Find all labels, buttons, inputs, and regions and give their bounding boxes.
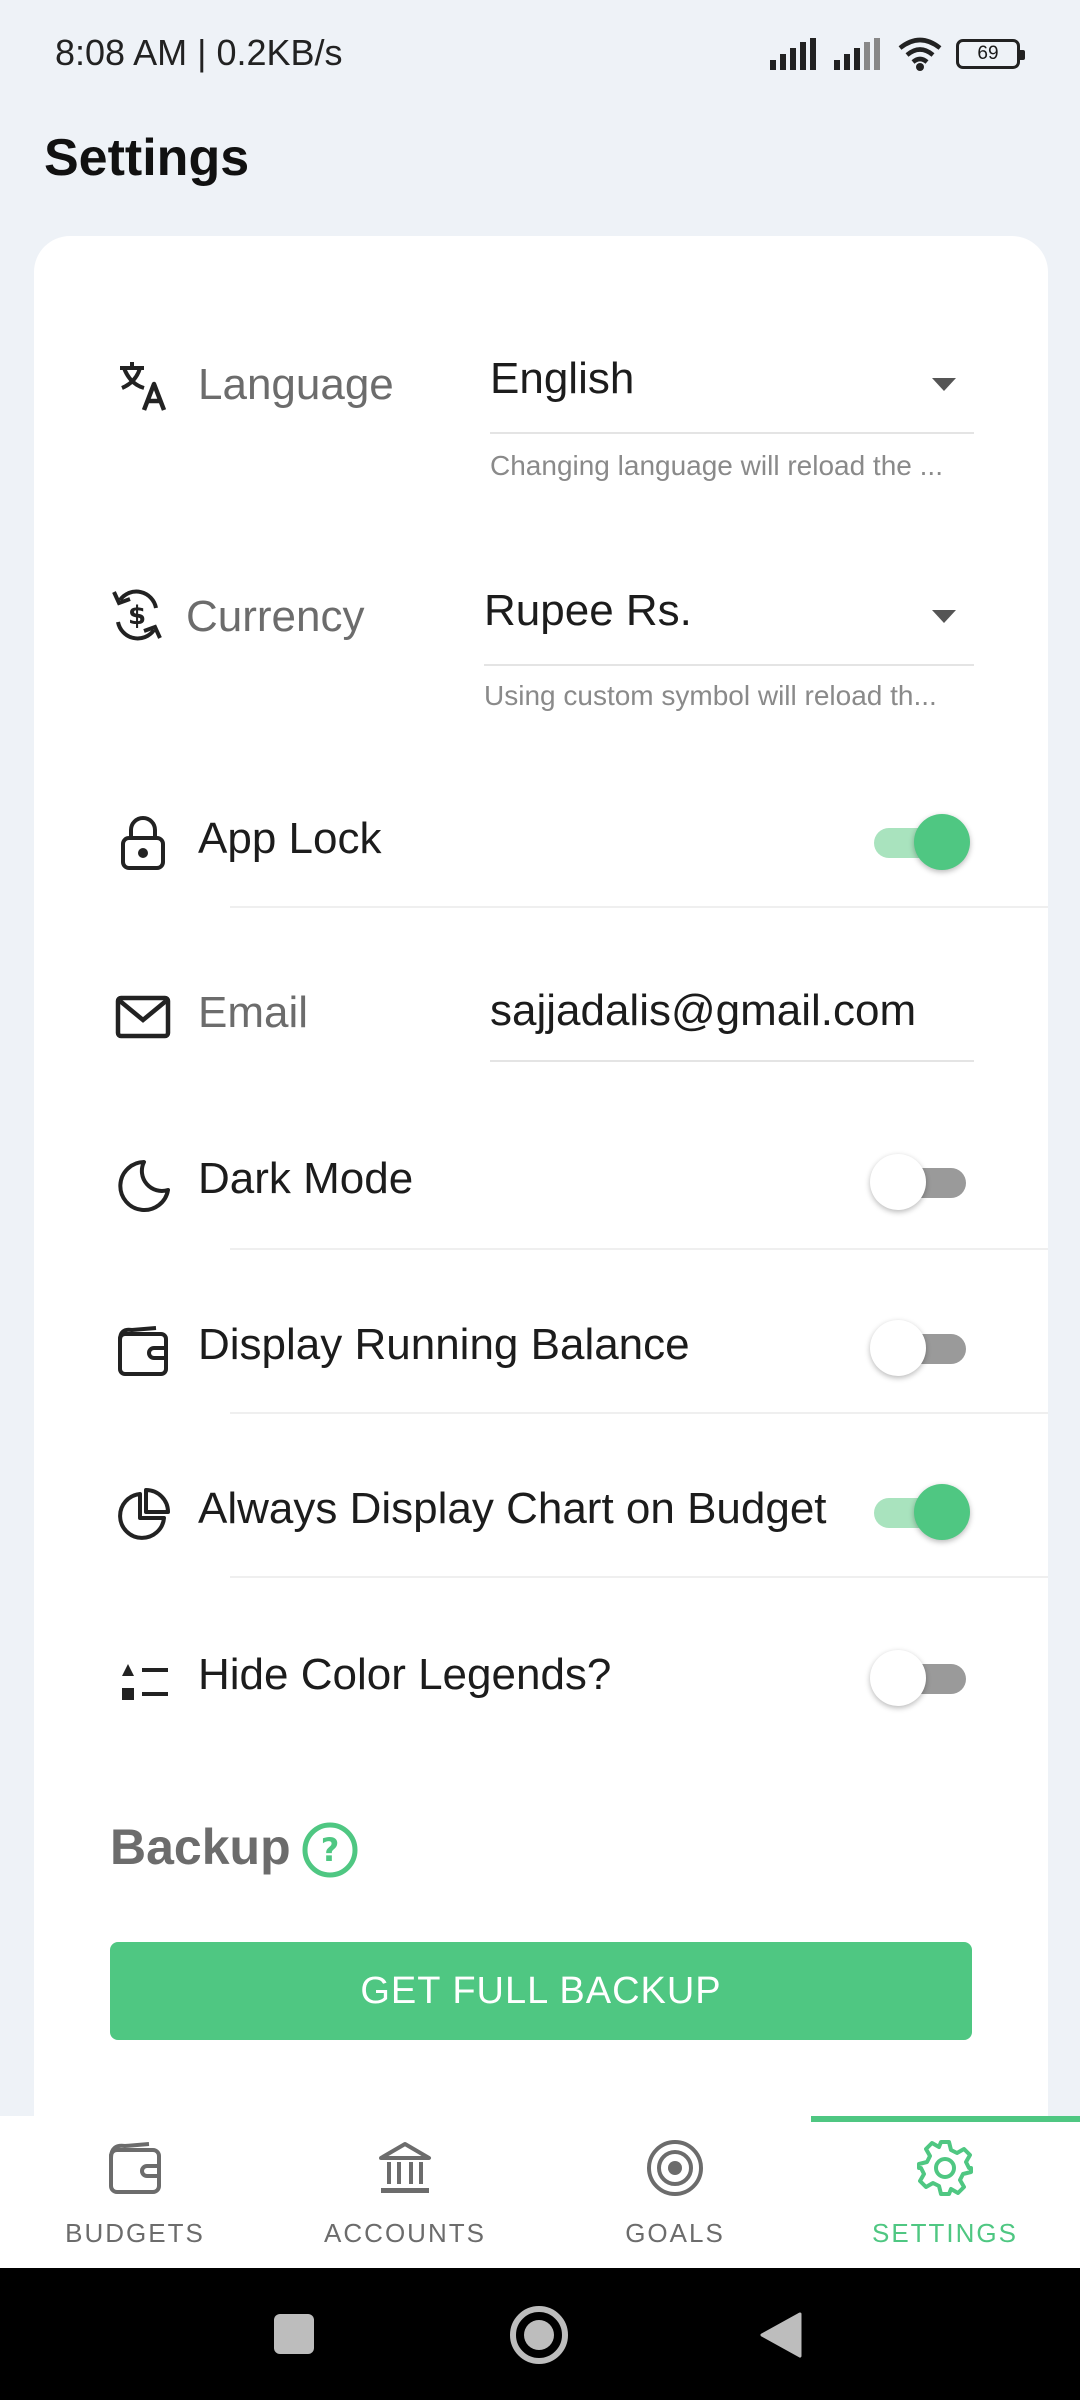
pie-chart-icon [118,1488,170,1540]
currency-select[interactable]: Rupee Rs. [484,586,974,666]
nav-goals-label: GOALS [625,2218,725,2248]
svg-text:?: ? [321,1831,340,1869]
dark-mode-toggle[interactable] [870,1154,970,1210]
nav-accounts[interactable]: ACCOUNTS [270,2116,540,2268]
system-nav-bar [0,2268,1080,2400]
translate-icon [120,362,167,411]
signal-icon-2 [834,38,880,70]
status-time: 8:08 AM | 0.2KB/s [55,32,343,73]
home-icon[interactable] [508,2304,570,2366]
currency-value: Rupee Rs. [484,586,692,635]
divider [230,906,1048,908]
divider [230,1248,1048,1250]
moon-icon [118,1160,170,1212]
backup-section-title: Backup [110,1819,291,1875]
page-title: Settings [44,129,250,187]
language-value: English [490,354,635,403]
recent-apps-icon[interactable] [272,2312,316,2356]
gear-icon [917,2140,973,2196]
wallet-icon [109,2142,161,2194]
language-label: Language [198,360,394,409]
signal-icon [770,38,816,70]
chart-on-budget-toggle[interactable] [870,1484,970,1540]
email-label: Email [198,988,309,1037]
dark-mode-label: Dark Mode [198,1154,414,1203]
language-select[interactable]: English [490,354,974,434]
nav-budgets-label: BUDGETS [65,2218,205,2248]
nav-settings-label: SETTINGS [871,2218,1018,2248]
bank-icon [379,2142,431,2193]
running-balance-label: Display Running Balance [198,1320,690,1369]
chevron-down-icon [932,610,956,623]
nav-accounts-label: ACCOUNTS [324,2218,486,2248]
back-icon[interactable] [758,2310,804,2360]
settings-card: Language English Changing language will … [34,236,1048,2236]
toggle-knob [870,1154,926,1210]
chart-on-budget-label: Always Display Chart on Budget [198,1484,827,1533]
help-icon[interactable]: ? [300,1820,360,1880]
currency-label: Currency [186,592,365,641]
chevron-down-icon [932,378,956,391]
app-lock-label: App Lock [198,814,382,863]
battery-indicator: 69 [956,39,1025,69]
wifi-icon [898,37,942,71]
email-value: sajjadalis@gmail.com [490,986,917,1035]
running-balance-toggle[interactable] [870,1320,970,1376]
hide-legends-toggle[interactable] [870,1650,970,1706]
bottom-nav: BUDGETS ACCOUNTS GOALS SETTINGS [0,2116,1080,2268]
battery-level: 69 [977,43,999,64]
hide-legends-label: Hide Color Legends? [198,1650,612,1699]
language-helper-text: Changing language will reload the ... [490,450,943,481]
currency-exchange-icon: $ [112,589,162,641]
email-field[interactable]: sajjadalis@gmail.com [490,986,974,1062]
app-lock-toggle[interactable] [870,814,970,870]
lock-icon [121,816,165,870]
nav-budgets[interactable]: BUDGETS [0,2116,270,2268]
divider [230,1576,1048,1578]
wallet-icon [118,1326,168,1376]
toggle-knob [914,814,970,870]
toggle-knob [870,1650,926,1706]
mail-icon [115,995,171,1039]
nav-goals[interactable]: GOALS [540,2116,810,2268]
legend-list-icon [122,1664,168,1700]
target-icon [647,2140,703,2196]
toggle-knob [914,1484,970,1540]
divider [230,1412,1048,1414]
svg-text:$: $ [128,601,146,631]
toggle-knob [870,1320,926,1376]
status-icons: 69 [770,32,1025,76]
nav-settings[interactable]: SETTINGS [810,2116,1080,2268]
currency-helper-text: Using custom symbol will reload th... [484,680,937,711]
get-full-backup-button[interactable]: GET FULL BACKUP [110,1942,972,2040]
status-bar: 8:08 AM | 0.2KB/s 69 [0,0,1080,110]
